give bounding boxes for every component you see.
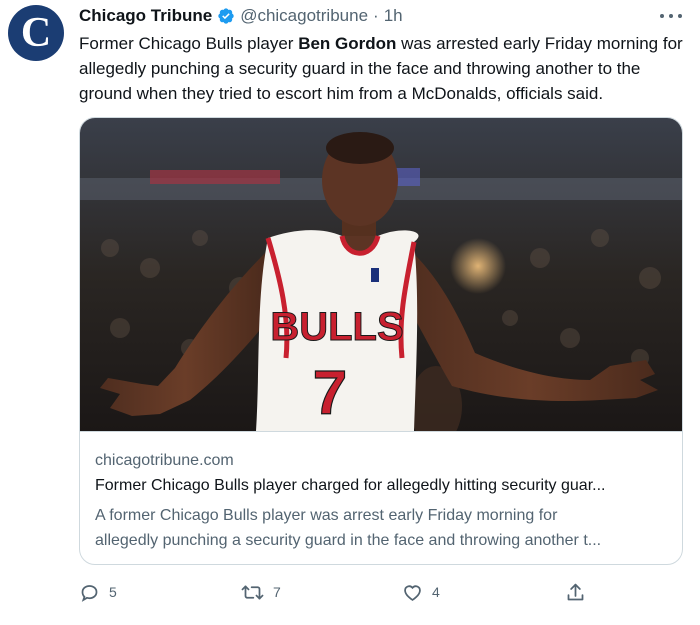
card-photo[interactable]: BULLS 7 — [80, 118, 683, 431]
heart-icon — [402, 582, 423, 603]
card-domain[interactable]: chicagotribune.com — [95, 452, 234, 470]
account-handle[interactable]: @chicagotribune — [240, 6, 368, 26]
link-card[interactable]: BULLS 7 chicagotribune.com Former Chicag… — [79, 117, 683, 565]
avatar[interactable]: C — [8, 5, 64, 61]
more-options-icon[interactable] — [660, 6, 682, 26]
reply-icon — [79, 582, 100, 603]
tweet[interactable]: C Chicago Tribune @chicagotribune · 1h F… — [0, 0, 700, 625]
jersey-word: BULLS — [270, 305, 403, 349]
avatar-letter: C — [20, 10, 52, 56]
card-description-line1: A former Chicago Bulls player was arrest… — [95, 507, 558, 524]
jersey-number: 7 — [313, 359, 347, 428]
share-button[interactable] — [565, 578, 586, 606]
share-icon — [565, 582, 586, 603]
tweet-text: Former Chicago Bulls player Ben Gordon w… — [79, 31, 691, 106]
tweet-actions: 5 7 4 — [79, 578, 683, 606]
meta-separator: · — [373, 6, 379, 25]
tweet-header: Chicago Tribune @chicagotribune · 1h — [79, 5, 403, 27]
retweet-count: 7 — [273, 584, 281, 600]
tweet-time[interactable]: 1h — [384, 6, 403, 26]
card-info[interactable]: chicagotribune.com Former Chicago Bulls … — [80, 431, 682, 564]
tweet-text-bold[interactable]: Ben Gordon — [298, 34, 396, 53]
card-description: A former Chicago Bulls player was arrest… — [95, 503, 669, 553]
reply-button[interactable]: 5 — [79, 578, 117, 606]
tweet-text-before: Former Chicago Bulls player — [79, 34, 299, 53]
card-title[interactable]: Former Chicago Bulls player charged for … — [95, 477, 669, 495]
retweet-button[interactable]: 7 — [241, 578, 281, 606]
reply-count: 5 — [109, 584, 117, 600]
verified-badge-icon — [217, 7, 235, 25]
retweet-icon — [241, 582, 264, 603]
like-count: 4 — [432, 584, 440, 600]
card-description-line2: allegedly punching a security guard in t… — [95, 532, 602, 549]
like-button[interactable]: 4 — [402, 578, 440, 606]
account-name[interactable]: Chicago Tribune — [79, 6, 212, 26]
